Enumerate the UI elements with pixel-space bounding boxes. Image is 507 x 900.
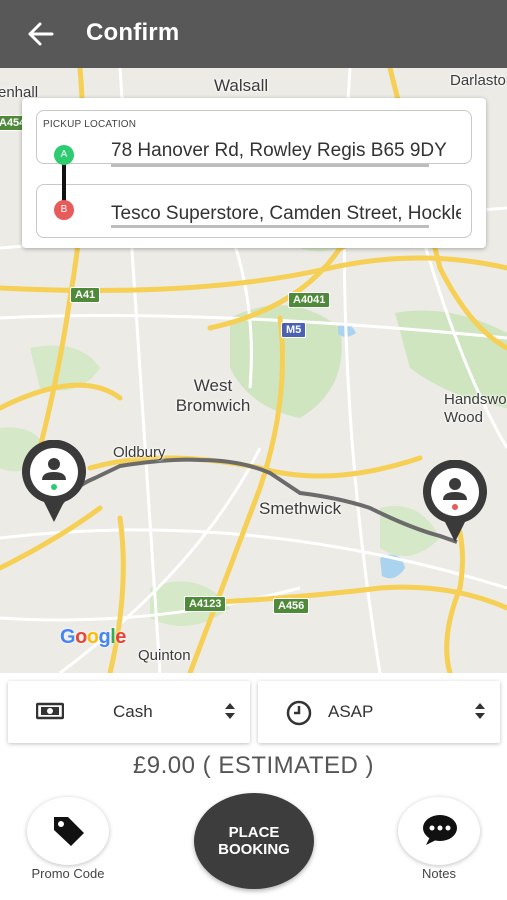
road-label-a4123: A4123 [184,596,227,612]
notes-button[interactable] [398,797,480,865]
pickup-location-field[interactable]: PICKUP LOCATION 78 Hanover Rd, Rowley Re… [36,110,472,167]
payment-method-value: Cash [113,702,153,721]
road-label-a456: A456 [273,598,310,614]
map-label-west-bromwich: West Bromwich [175,376,251,415]
road-label-m5: M5 [281,322,307,338]
sort-arrows-icon [475,703,485,719]
dropoff-marker-b: B [54,200,74,220]
pickup-location-caption: PICKUP LOCATION [43,119,137,130]
banknote-icon [36,702,64,720]
sort-arrows-icon [225,703,235,719]
place-booking-label-line2: BOOKING [218,841,290,858]
road-label-a4041: A4041 [288,292,331,308]
payment-method-select[interactable]: Cash [8,681,250,743]
google-logo: Google [60,626,126,648]
arrow-left-icon [28,22,54,46]
pickup-map-marker[interactable] [18,440,90,526]
pickup-marker-a: A [54,145,74,165]
road-label-a41: A41 [70,287,101,303]
dropoff-map-marker[interactable] [419,460,491,546]
dropoff-address: Tesco Superstore, Camden Street, Hockley [111,203,461,224]
location-card: PICKUP LOCATION 78 Hanover Rd, Rowley Re… [22,98,486,248]
dropoff-underline [111,225,429,228]
place-booking-button[interactable]: PLACE BOOKING [194,793,314,889]
estimated-fare: £9.00 ( ESTIMATED ) [132,752,375,779]
back-button[interactable] [22,18,58,50]
dropoff-location-field[interactable]: Tesco Superstore, Camden Street, Hockley [36,184,472,238]
map-label-quinton: Quinton [138,647,191,664]
chat-bubble-icon [423,815,457,845]
pickup-time-select[interactable]: ASAP [258,681,500,743]
map-label-handsworth-wood: Handsworth Wood [444,391,507,426]
pickup-underline [111,164,429,167]
route-connector-line [62,162,66,204]
map-label-walsall: Walsall [214,76,269,95]
pickup-address: 78 Hanover Rd, Rowley Regis B65 9DY [111,140,447,161]
notes-label: Notes [422,866,456,881]
promo-code-label: Promo Code [31,866,105,881]
map-label-smethwick: Smethwick [259,499,342,518]
app-header: Confirm [0,0,507,68]
map-label-oldbury: Oldbury [113,444,166,461]
page-title: Confirm [86,19,180,46]
place-booking-label-line1: PLACE [228,824,280,841]
map-label-darlaston: Darlaston [450,72,507,89]
clock-icon [286,700,312,726]
tag-icon [54,817,84,846]
pickup-time-value: ASAP [328,702,374,721]
promo-code-button[interactable] [27,797,109,865]
